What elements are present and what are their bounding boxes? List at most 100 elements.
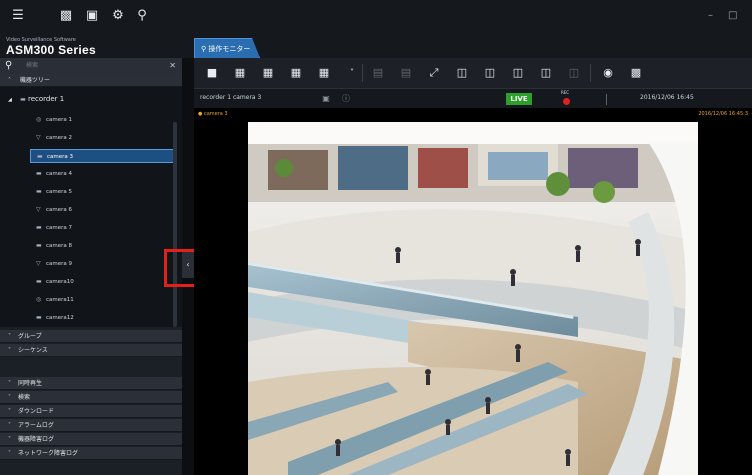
- camera-label: camera 5: [46, 189, 73, 195]
- box-camera-icon: ▬: [36, 278, 42, 285]
- recorder-icon: ▬: [20, 96, 26, 103]
- rec-label: REC: [561, 90, 570, 95]
- box-camera-icon: ▬: [36, 170, 42, 177]
- caret-down-icon: ˅: [8, 333, 11, 340]
- tree-camera-item[interactable]: ▬ camera10: [30, 275, 174, 289]
- camera-switch-icon[interactable]: ◫: [480, 64, 500, 82]
- camera-name: recorder 1 camera 3: [200, 94, 262, 101]
- tree-recorder[interactable]: ◢ ▬ recorder 1: [8, 95, 64, 103]
- box-camera-icon: ▬: [36, 224, 42, 231]
- tab-operation-monitor[interactable]: ⚲ 操作モニター: [194, 38, 260, 58]
- search-icon[interactable]: ⚲: [134, 8, 150, 24]
- section-header[interactable]: ˅ 同時再生: [0, 377, 182, 390]
- section-header[interactable]: ˅ ネットワーク障害ログ: [0, 447, 182, 460]
- caret-down-icon: ˅: [8, 347, 11, 354]
- section-label: アラームログ: [18, 422, 54, 429]
- tree-camera-item[interactable]: ▬ camera 5: [30, 185, 174, 199]
- camera-label: camera11: [46, 297, 74, 303]
- box-camera-icon: ▬: [36, 314, 42, 321]
- box-camera-icon: ▬: [36, 188, 42, 195]
- section-header[interactable]: ˅ ダウンロード: [0, 405, 182, 418]
- camera-label: camera10: [46, 279, 74, 285]
- snapshot-icon[interactable]: ◉: [598, 64, 618, 82]
- hamburger-menu-icon[interactable]: ☰: [10, 8, 26, 24]
- gear-icon[interactable]: ⚙: [110, 8, 126, 24]
- link-icon[interactable]: ◫: [564, 64, 584, 82]
- clip-icon[interactable]: ◫: [536, 64, 556, 82]
- tree-camera-item[interactable]: ▬ camera12: [30, 311, 174, 325]
- sidebar: ⚲ ✕ ˄ 機器ツリー ◢ ▬ recorder 1 ◎ camera 1 ▽ cam…: [0, 58, 182, 475]
- tree-scrollbar[interactable]: [173, 122, 177, 327]
- minimize-icon[interactable]: –: [708, 10, 713, 21]
- section-label: 検索: [18, 394, 31, 401]
- brand-title: ASM300 Series: [6, 43, 96, 57]
- expand-arrow-icon: ◢: [8, 97, 12, 103]
- tree-camera-item[interactable]: ◎ camera11: [30, 293, 174, 307]
- caret-up-icon: ˄: [8, 77, 11, 84]
- layout-4x4-icon[interactable]: ▦: [286, 64, 306, 82]
- record-icon[interactable]: ◫: [508, 64, 528, 82]
- tree-camera-item[interactable]: ◎ camera 1: [30, 113, 174, 127]
- camera-label: camera 6: [46, 207, 73, 213]
- window-icon[interactable]: ▣: [84, 8, 100, 24]
- sidebar-search: ⚲ ✕: [0, 58, 182, 74]
- ptz-camera-icon: ▽: [36, 260, 41, 267]
- section-header[interactable]: ˅ シーケンス: [0, 344, 182, 357]
- section-header[interactable]: ˅ アラームログ: [0, 419, 182, 432]
- video-viewer[interactable]: ● camera 3 2016/12/06 16:45:3: [194, 108, 752, 475]
- toolbar-divider: [362, 64, 363, 82]
- camera-label: camera 1: [46, 117, 73, 123]
- layout-2x2-icon[interactable]: ▦: [230, 64, 250, 82]
- section-label: 機器ツリー: [19, 77, 50, 84]
- camera-label: camera 2: [46, 135, 73, 141]
- playback-icon[interactable]: ◫: [452, 64, 472, 82]
- fullscreen-icon[interactable]: ⤢: [424, 64, 444, 82]
- camera-label: camera 4: [46, 171, 73, 177]
- layout-1x1-icon[interactable]: ■: [202, 64, 222, 82]
- dome-camera-icon: ◎: [36, 116, 42, 123]
- layout-dropdown-icon[interactable]: ˅: [342, 64, 362, 82]
- caret-down-icon: ˅: [8, 422, 11, 429]
- search-input[interactable]: [20, 60, 162, 72]
- caret-down-icon: ˅: [8, 450, 11, 457]
- grid-icon[interactable]: ▤: [396, 64, 416, 82]
- layout-5x5-icon[interactable]: ▦: [314, 64, 334, 82]
- section-header[interactable]: ˅ 機器障害ログ: [0, 433, 182, 446]
- tree-camera-item[interactable]: ▬ camera 3: [30, 149, 174, 163]
- recorder-label: recorder 1: [28, 95, 65, 103]
- ptz-camera-icon: ▽: [36, 206, 41, 213]
- box-camera-icon: ▬: [36, 242, 42, 249]
- tree-camera-item[interactable]: ▬ camera 7: [30, 221, 174, 235]
- maximize-icon[interactable]: □: [728, 10, 737, 21]
- sequence-icon[interactable]: ▤: [368, 64, 388, 82]
- camera-label: camera 8: [46, 243, 73, 249]
- tree-camera-item[interactable]: ▬ camera 8: [30, 239, 174, 253]
- camera-statusbar: recorder 1 camera 3 ▣ ⓘ LIVE REC 2016/12…: [194, 88, 752, 108]
- tab-label: 操作モニター: [208, 45, 251, 53]
- monitor-tab-icon: ⚲: [201, 45, 207, 53]
- section-label: シーケンス: [18, 347, 48, 354]
- status-divider: [606, 94, 607, 105]
- layout-3x3-icon[interactable]: ▦: [258, 64, 278, 82]
- tree-camera-item[interactable]: ▬ camera 4: [30, 167, 174, 181]
- section-label: ネットワーク障害ログ: [18, 450, 79, 457]
- print-icon[interactable]: ▩: [626, 64, 646, 82]
- tree-camera-item[interactable]: ▽ camera 6: [30, 203, 174, 217]
- monitor-icon[interactable]: ▩: [58, 8, 74, 24]
- clear-search-icon[interactable]: ✕: [169, 61, 176, 70]
- digital-zoom-icon[interactable]: ▣: [320, 93, 332, 105]
- section-header[interactable]: ˅ グループ: [0, 330, 182, 343]
- layout-toolbar: ■ ▦ ▦ ▦ ▦ ˅ ▤ ▤ ⤢ ◫ ◫ ◫ ◫ ◫ ◉ ▩: [194, 58, 752, 88]
- camera-video-frame: [248, 122, 698, 475]
- section-header[interactable]: ˅ 検索: [0, 391, 182, 404]
- section-label: 機器障害ログ: [18, 436, 55, 443]
- dome-camera-icon: ◎: [36, 296, 42, 303]
- camera-label: camera 9: [46, 261, 73, 267]
- search-icon: ⚲: [5, 60, 13, 71]
- caret-down-icon: ˅: [8, 380, 11, 387]
- tree-camera-item[interactable]: ▽ camera 2: [30, 131, 174, 145]
- live-badge: LIVE: [506, 93, 532, 105]
- tree-camera-item[interactable]: ▽ camera 9: [30, 257, 174, 271]
- info-icon[interactable]: ⓘ: [340, 93, 352, 105]
- device-tree-header[interactable]: ˄ 機器ツリー: [0, 74, 182, 87]
